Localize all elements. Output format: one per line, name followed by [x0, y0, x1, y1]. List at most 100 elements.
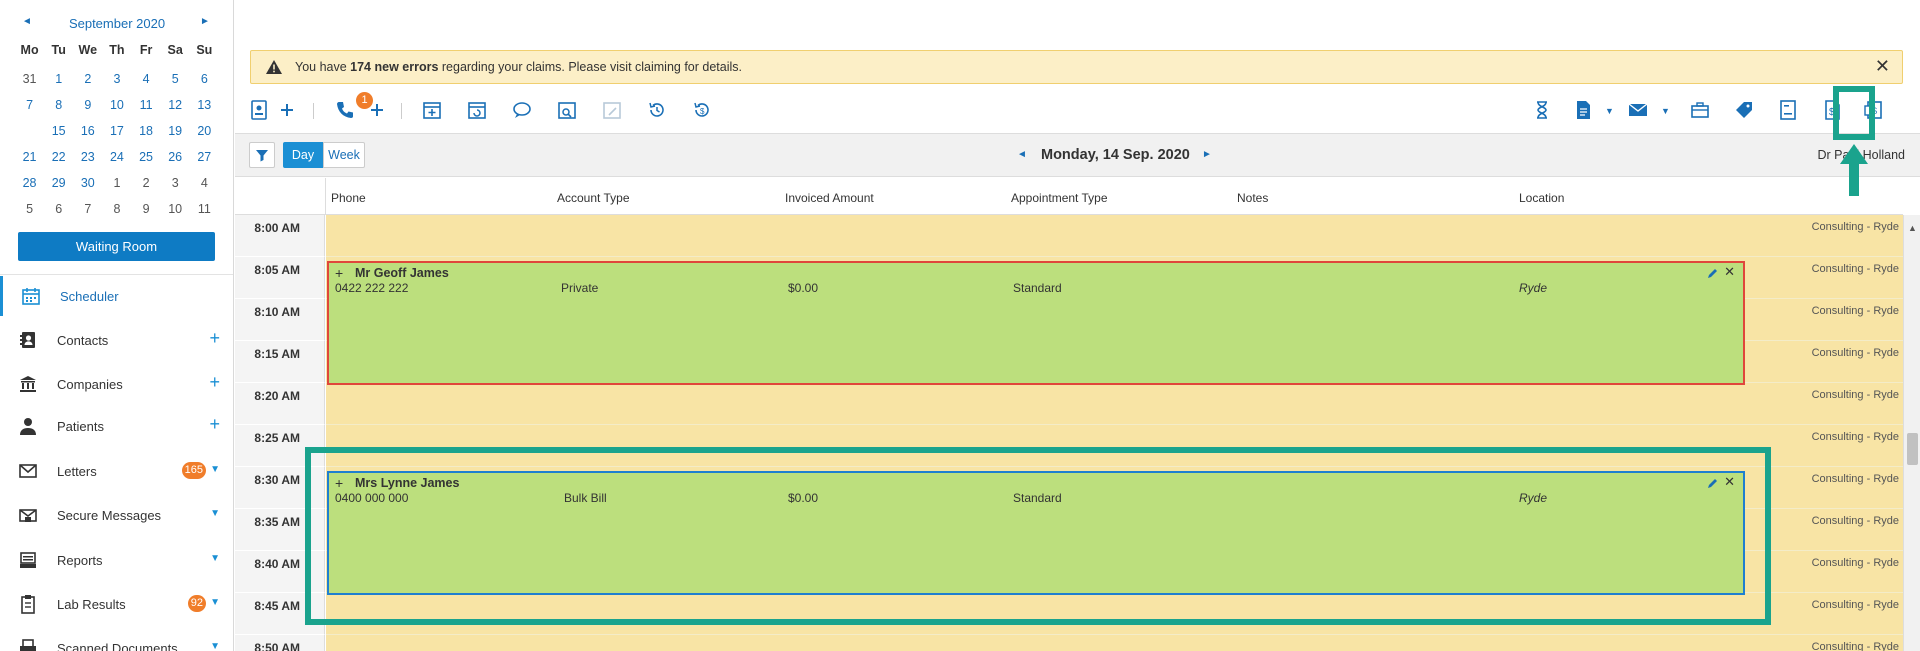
slot-cell[interactable]: Consulting - Ryde — [326, 635, 1903, 651]
slot-cell[interactable]: Consulting - Ryde — [326, 593, 1903, 635]
sidebar-item-reports[interactable]: Reports ▼ — [0, 540, 233, 580]
add-icon[interactable] — [276, 99, 300, 123]
calendar-day[interactable]: 8 — [102, 196, 131, 222]
chevron-down-icon[interactable]: ▼ — [210, 464, 220, 475]
calendar-day[interactable]: 5 — [161, 66, 190, 92]
calendar-day[interactable]: 22 — [44, 144, 73, 170]
schedule-scrollbar[interactable]: ▲ — [1903, 215, 1920, 651]
calendar-day[interactable]: 29 — [44, 170, 73, 196]
calendar-day[interactable]: 13 — [190, 92, 219, 118]
sidebar-item-scheduler[interactable]: Scheduler — [0, 276, 233, 316]
calendar-day[interactable]: 11 — [190, 196, 219, 222]
calendar-day[interactable]: 3 — [161, 170, 190, 196]
calendar-day[interactable]: 17 — [102, 118, 131, 144]
add-call-icon[interactable] — [366, 99, 390, 123]
close-icon[interactable]: ✕ — [1724, 474, 1735, 490]
time-slot[interactable]: 8:20 AM Consulting - Ryde — [235, 383, 1903, 425]
calendar-day[interactable]: 7 — [15, 92, 44, 118]
calendar-return-icon[interactable] — [466, 99, 490, 123]
patient-record-icon[interactable] — [1777, 99, 1801, 123]
hourglass-icon[interactable] — [1531, 99, 1555, 123]
calendar-day[interactable]: 11 — [132, 92, 161, 118]
pencil-icon[interactable] — [1707, 477, 1719, 489]
calendar-day[interactable]: 20 — [190, 118, 219, 144]
appointment-block[interactable]: + Mrs Lynne James 0400 000 000 Bulk Bill… — [327, 471, 1745, 595]
filter-button[interactable] — [249, 142, 275, 168]
calendar-day[interactable]: 6 — [44, 196, 73, 222]
expand-icon[interactable]: + — [335, 265, 343, 281]
calendar-day[interactable]: 9 — [132, 196, 161, 222]
chevron-down-icon[interactable]: ▼ — [210, 597, 220, 608]
time-slot[interactable]: 8:00 AM Consulting - Ryde — [235, 215, 1903, 257]
waiting-room-button[interactable]: Waiting Room — [18, 232, 215, 261]
calendar-day[interactable]: 1 — [102, 170, 131, 196]
calendar-day[interactable]: 5 — [15, 196, 44, 222]
add-company-icon[interactable]: + — [209, 372, 220, 393]
pencil-icon[interactable] — [1707, 267, 1719, 279]
calendar-day[interactable]: 10 — [161, 196, 190, 222]
calendar-day[interactable]: 18 — [132, 118, 161, 144]
chat-icon[interactable] — [511, 99, 535, 123]
calendar-day[interactable]: 8 — [44, 92, 73, 118]
phone-icon[interactable] — [334, 99, 358, 123]
calendar-day[interactable]: 3 — [102, 66, 131, 92]
payment-icon[interactable]: $ — [1863, 99, 1887, 123]
slot-cell[interactable]: Consulting - Ryde — [326, 425, 1903, 467]
calendar-day[interactable]: 24 — [102, 144, 131, 170]
history-icon[interactable] — [646, 99, 670, 123]
briefcase-icon[interactable] — [1689, 99, 1713, 123]
calendar-day[interactable]: 12 — [161, 92, 190, 118]
prev-day-icon[interactable]: ◄ — [1017, 149, 1027, 160]
patient-card-icon[interactable] — [248, 99, 272, 123]
chevron-down-icon[interactable]: ▼ — [210, 641, 220, 651]
calendar-day[interactable]: 21 — [15, 144, 44, 170]
calendar-day[interactable]: 15 — [44, 118, 73, 144]
sidebar-item-scanned-documents[interactable]: Scanned Documents ▼ — [0, 628, 233, 651]
calendar-day[interactable]: 4 — [132, 66, 161, 92]
expand-icon[interactable]: + — [335, 475, 343, 491]
sidebar-item-companies[interactable]: Companies + — [0, 364, 233, 404]
appointment-block[interactable]: + Mr Geoff James 0422 222 222 Private $0… — [327, 261, 1745, 385]
time-slot[interactable]: 8:50 AM Consulting - Ryde — [235, 635, 1903, 651]
calendar-day[interactable]: 2 — [73, 66, 102, 92]
calendar-day[interactable]: 10 — [102, 92, 131, 118]
calendar-day[interactable]: 16 — [73, 118, 102, 144]
calendar-day[interactable]: 7 — [73, 196, 102, 222]
tag-icon[interactable] — [1733, 99, 1757, 123]
calendar-day[interactable]: 25 — [132, 144, 161, 170]
add-contact-icon[interactable]: + — [209, 328, 220, 349]
document-icon[interactable] — [1572, 99, 1596, 123]
scrollbar-thumb[interactable] — [1907, 433, 1918, 465]
chevron-down-icon[interactable]: ▼ — [210, 553, 220, 564]
calendar-day[interactable]: 26 — [161, 144, 190, 170]
chevron-down-icon[interactable]: ▼ — [210, 508, 220, 519]
week-view-button[interactable]: Week — [323, 142, 365, 168]
next-day-icon[interactable]: ► — [1202, 149, 1212, 160]
calendar-day[interactable]: 23 — [73, 144, 102, 170]
calendar-day[interactable]: 2 — [132, 170, 161, 196]
calendar-day[interactable]: 14 — [15, 118, 44, 144]
envelope-icon[interactable] — [1627, 99, 1651, 123]
calendar-day[interactable]: 4 — [190, 170, 219, 196]
sidebar-item-patients[interactable]: Patients + — [0, 406, 233, 446]
billing-history-icon[interactable]: $ — [691, 99, 715, 123]
time-slot[interactable]: 8:25 AM Consulting - Ryde — [235, 425, 1903, 467]
close-alert-icon[interactable]: ✕ — [1875, 56, 1890, 77]
sidebar-item-letters[interactable]: Letters 165 ▼ — [0, 451, 233, 491]
search-calendar-icon[interactable] — [556, 99, 580, 123]
calendar-day[interactable]: 31 — [15, 66, 44, 92]
calendar-day[interactable]: 9 — [73, 92, 102, 118]
calendar-day[interactable]: 19 — [161, 118, 190, 144]
time-slot[interactable]: 8:45 AM Consulting - Ryde — [235, 593, 1903, 635]
add-patient-icon[interactable]: + — [209, 414, 220, 435]
close-icon[interactable]: ✕ — [1724, 264, 1735, 280]
invoice-icon[interactable]: $ — [1821, 99, 1845, 123]
calendar-day[interactable]: 28 — [15, 170, 44, 196]
sidebar-item-secure-messages[interactable]: Secure Messages ▼ — [0, 495, 233, 535]
slot-cell[interactable]: Consulting - Ryde — [326, 383, 1903, 425]
scroll-up-icon[interactable]: ▲ — [1908, 223, 1917, 233]
sidebar-item-lab-results[interactable]: Lab Results 92 ▼ — [0, 584, 233, 624]
chevron-down-icon[interactable]: ▼ — [1605, 106, 1614, 116]
chevron-down-icon[interactable]: ▼ — [1661, 106, 1670, 116]
calendar-day[interactable]: 1 — [44, 66, 73, 92]
